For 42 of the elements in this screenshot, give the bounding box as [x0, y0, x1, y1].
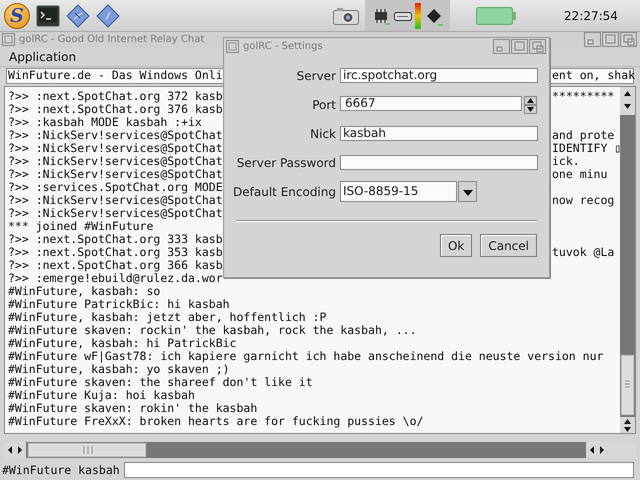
log-line: ?>> :next.SpotChat.org 353 kasb — [8, 246, 223, 259]
clock: 22:27:54 — [563, 8, 619, 22]
log-line: *** joined #WinFuture — [8, 220, 154, 233]
field-label: Server — [296, 68, 336, 82]
log-line: ?>> :services.SpotChat.org MODE — [8, 180, 223, 194]
log-line: #WinFuture, kasbah: hi PatrickBic — [8, 336, 236, 350]
log-line: ick. — [552, 154, 580, 168]
field-label: Server Password — [236, 156, 336, 170]
log-line: ?>> :NickServ!services@SpotChat — [8, 206, 223, 220]
log-line: #WinFuture FreXxX: broken hearts are for fucking pussies \o/ — [8, 414, 424, 428]
log-line: #WinFuture, kasbah: so — [8, 284, 160, 298]
field-label: Default Encoding — [232, 184, 336, 198]
log-line: now recog — [552, 194, 614, 207]
log-line: ?>> :next.SpotChat.org 376 kasb — [8, 102, 223, 116]
log-line: ?>> :kasbah MODE kasbah :+ix — [8, 116, 202, 129]
field-label: Port — [311, 98, 336, 112]
log-line: ?>> :NickServ!services@SpotChat — [8, 168, 223, 181]
window-title: golRC - Good Old Internet Relay Chat — [19, 34, 206, 46]
log-line: ?>> :NickServ!services@SpotChat — [8, 154, 223, 168]
log-line: IDENTIFY ▯ — [552, 142, 620, 155]
log-line: ?>> :emerge!ebuild@rulez.da.wor — [8, 272, 223, 285]
log-line: #WinFuture wF|Gast78: ich kapiere garnicht ich habe anscheinend die neuste version nur — [8, 350, 604, 363]
log-line: ?>> :next.SpotChat.org 333 kasb — [8, 232, 223, 246]
log-line: ?>> :NickServ!services@SpotChat — [8, 194, 223, 207]
log-line: #WinFuture, kasbah: jetzt aber, hoffentlich :P — [8, 310, 326, 324]
channel-label: #WinFuture kasbah — [2, 463, 120, 478]
log-line: #WinFuture, kasbah: yo skaven ;) — [8, 362, 230, 376]
log-line: #WinFuture skaven: rokin' the kasbah — [8, 402, 258, 415]
log-line: tuvok @La — [552, 246, 614, 259]
log-line: ?>> :NickServ!services@SpotChat — [8, 128, 223, 142]
log-line: ?>> :next.SpotChat.org 372 kasb — [8, 90, 223, 103]
log-line: #WinFuture Kuja: hoi kasbah — [8, 388, 195, 402]
log-line: ?>> :NickServ!services@SpotChat — [8, 142, 223, 155]
log-line: one minu — [552, 168, 608, 181]
log-line: #WinFuture PatrickBic: hi kasbah — [8, 298, 230, 311]
log-line: and prote — [552, 128, 614, 142]
field-label: Nick — [309, 126, 336, 140]
log-line: #WinFuture skaven: rockin' the kasbah, rock the kasbah, ... — [8, 324, 416, 337]
log-line: #WinFuture skaven: the shareef don't like it — [8, 376, 313, 389]
log-line: ?>> :next.SpotChat.org 366 kasb — [8, 258, 223, 272]
log-line: ********* — [552, 90, 614, 103]
dialog-title: golRC - Settings — [243, 40, 324, 52]
